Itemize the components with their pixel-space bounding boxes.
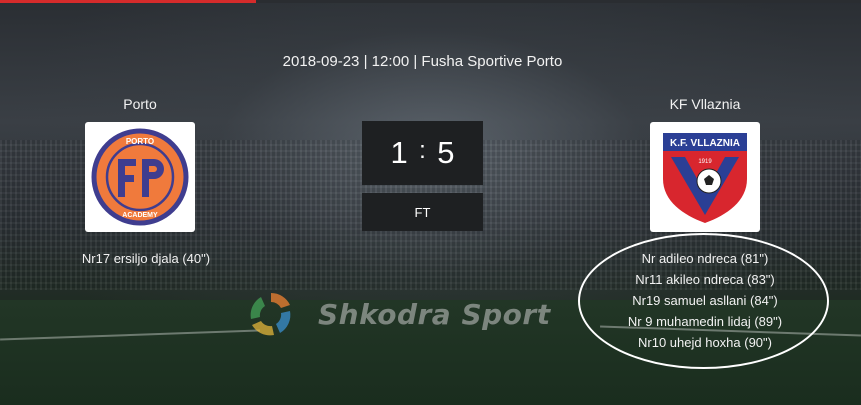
away-team-name[interactable]: KF Vllaznia (645, 96, 765, 112)
away-team-logo[interactable]: K.F. VLLAZNIA 1919 (650, 122, 760, 232)
match-status: FT (362, 193, 483, 231)
match-scoreboard: 2018-09-23 | 12:00 | Fusha Sportive Port… (0, 0, 861, 405)
away-score: 5 (437, 135, 455, 170)
watermark-text: Shkodra Sport (318, 297, 551, 331)
watermark: Shkodra Sport (246, 288, 606, 340)
pitch-line (0, 329, 260, 341)
scorer-item: Nr17 ersiljo djala (40") (81, 251, 211, 266)
score-separator: : (419, 137, 426, 164)
score-display: 1 : 5 (362, 121, 483, 185)
top-bar (256, 0, 861, 3)
crest-text: K.F. VLLAZNIA (670, 138, 740, 149)
home-team-name[interactable]: Porto (80, 96, 200, 112)
crest-year: 1919 (698, 159, 712, 165)
crest-text-bottom: ACADEMY (122, 212, 158, 219)
top-accent-bar (0, 0, 256, 3)
home-team-logo[interactable]: PORTO ACADEMY (85, 122, 195, 232)
highlight-oval (578, 233, 829, 369)
home-score: 1 (390, 135, 408, 170)
porto-academy-crest-icon: PORTO ACADEMY (91, 128, 189, 226)
shkodra-sport-logo-icon (250, 292, 291, 336)
crest-text-top: PORTO (126, 137, 154, 146)
match-meta: 2018-09-23 | 12:00 | Fusha Sportive Port… (282, 53, 563, 70)
home-scorers: Nr17 ersiljo djala (40") (66, 248, 226, 269)
vllaznia-shield-icon: K.F. VLLAZNIA 1919 (663, 133, 747, 223)
